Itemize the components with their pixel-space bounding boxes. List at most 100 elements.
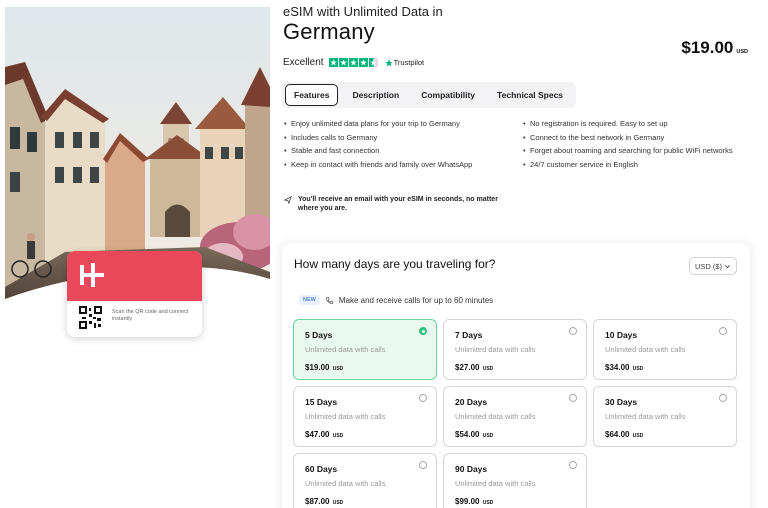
plan-price-currency: USD — [632, 433, 644, 439]
plan-desc: Unlimited data with calls — [605, 345, 686, 354]
plan-price-amount: $47.00 — [305, 430, 330, 439]
product-price: $19.00 USD — [681, 38, 748, 58]
plan-days: 10 Days — [605, 330, 638, 340]
currency-value: USD ($) — [694, 261, 723, 271]
radio-icon[interactable] — [719, 394, 727, 402]
plan-price-currency: USD — [332, 433, 344, 439]
tab-features[interactable]: Features — [285, 84, 339, 106]
plan-price-currency: USD — [332, 366, 344, 372]
plan-price-amount: $87.00 — [305, 497, 330, 506]
plan-desc: Unlimited data with calls — [455, 345, 536, 354]
trustpilot-star-icon — [384, 58, 393, 66]
days-question: How many days are you traveling for? — [294, 257, 496, 271]
radio-icon[interactable] — [569, 394, 577, 402]
plan-price: $27.00 USD — [455, 363, 586, 372]
plan-desc: Unlimited data with calls — [305, 345, 386, 354]
plan-card-20-days[interactable]: 20 Days Unlimited data with calls $54.00… — [443, 386, 587, 447]
feature-item: Keep in contact with friends and family … — [284, 160, 505, 169]
email-note: You'll receive an email with your eSIM i… — [284, 195, 509, 213]
plan-grid: 5 Days Unlimited data with calls $19.00 … — [293, 319, 737, 508]
features-column-left: Enjoy unlimited data plans for your trip… — [284, 119, 505, 173]
star-icon — [358, 58, 368, 67]
holafly-logo-icon — [80, 263, 104, 287]
feature-item: Forget about roaming and searching for p… — [523, 146, 744, 155]
currency-select[interactable]: USD ($) — [689, 257, 737, 275]
phone-icon — [326, 296, 333, 304]
qr-code-icon — [79, 306, 102, 329]
price-amount: $19.00 — [681, 38, 734, 57]
plan-price-currency: USD — [332, 500, 344, 506]
plan-price: $99.00 USD — [455, 497, 586, 506]
product-eyebrow: eSIM with Unlimited Data in — [283, 4, 443, 19]
feature-item: Stable and fast connection — [284, 146, 505, 155]
rating-stars — [328, 58, 378, 67]
plan-price-amount: $99.00 — [455, 497, 480, 506]
page-title: Germany — [283, 19, 375, 44]
plan-desc: Unlimited data with calls — [305, 479, 386, 488]
plan-card-90-days[interactable]: 90 Days Unlimited data with calls $99.00… — [443, 453, 587, 508]
radio-icon[interactable] — [419, 394, 427, 402]
radio-icon[interactable] — [569, 461, 577, 469]
plan-desc: Unlimited data with calls — [455, 412, 536, 421]
info-tabs: Features Description Compatibility Techn… — [281, 82, 576, 108]
feature-item: Connect to the best network in Germany — [523, 133, 744, 142]
plan-days: 7 Days — [455, 330, 483, 340]
plan-selector-panel: How many days are you traveling for? USD… — [282, 243, 750, 508]
plan-price: $54.00 USD — [455, 430, 586, 439]
plan-price: $34.00 USD — [605, 363, 736, 372]
plan-days: 15 Days — [305, 397, 338, 407]
tab-technical-specs[interactable]: Technical Specs — [489, 85, 571, 105]
tab-description[interactable]: Description — [344, 85, 407, 105]
tab-compatibility[interactable]: Compatibility — [413, 85, 483, 105]
plan-card-15-days[interactable]: 15 Days Unlimited data with calls $47.00… — [293, 386, 437, 447]
rating-word: Excellent — [283, 57, 324, 68]
plan-days: 90 Days — [455, 464, 488, 474]
plan-card-10-days[interactable]: 10 Days Unlimited data with calls $34.00… — [593, 319, 737, 380]
plan-price-amount: $64.00 — [605, 430, 630, 439]
plan-desc: Unlimited data with calls — [605, 412, 686, 421]
feature-item: No registration is required. Easy to set… — [523, 119, 744, 128]
radio-icon[interactable] — [719, 327, 727, 335]
star-icon — [348, 58, 358, 67]
qr-scan-text: Scan the QR code and connect instantly — [112, 309, 189, 322]
half-star-icon — [368, 58, 378, 67]
plan-days: 30 Days — [605, 397, 638, 407]
star-icon — [328, 58, 338, 67]
plan-price-currency: USD — [632, 366, 644, 372]
trustpilot-rating[interactable]: Excellent Trustpilot — [283, 57, 424, 68]
plan-card-60-days[interactable]: 60 Days Unlimited data with calls $87.00… — [293, 453, 437, 508]
plan-days: 5 Days — [305, 330, 333, 340]
plan-desc: Unlimited data with calls — [455, 479, 536, 488]
features-list: Enjoy unlimited data plans for your trip… — [284, 119, 744, 173]
new-badge: NEW — [299, 295, 320, 305]
plan-card-5-days[interactable]: 5 Days Unlimited data with calls $19.00 … — [293, 319, 437, 380]
plan-desc: Unlimited data with calls — [305, 412, 386, 421]
paper-plane-icon — [284, 196, 292, 204]
features-column-right: No registration is required. Easy to set… — [523, 119, 744, 173]
plan-price-amount: $19.00 — [305, 363, 330, 372]
feature-item: 24/7 customer service in English — [523, 160, 744, 169]
plan-price-amount: $34.00 — [605, 363, 630, 372]
plan-days: 60 Days — [305, 464, 338, 474]
card-brand-area — [67, 251, 202, 301]
esim-card: Scan the QR code and connect instantly — [67, 251, 202, 337]
plan-price-amount: $27.00 — [455, 363, 480, 372]
radio-selected-icon[interactable] — [419, 327, 427, 335]
feature-item: Includes calls to Germany — [284, 133, 505, 142]
plan-price: $64.00 USD — [605, 430, 736, 439]
radio-icon[interactable] — [569, 327, 577, 335]
trustpilot-logo: Trustpilot — [384, 58, 425, 67]
plan-price-amount: $54.00 — [455, 430, 480, 439]
calls-feature-line: NEW Make and receive calls for up to 60 … — [299, 295, 493, 305]
plan-card-7-days[interactable]: 7 Days Unlimited data with calls $27.00 … — [443, 319, 587, 380]
chevron-down-icon — [725, 264, 730, 268]
calls-note: Make and receive calls for up to 60 minu… — [338, 295, 494, 305]
trustpilot-label: Trustpilot — [393, 58, 425, 67]
radio-icon[interactable] — [419, 461, 427, 469]
plan-price: $19.00 USD — [305, 363, 436, 372]
email-note-text: You'll receive an email with your eSIM i… — [298, 196, 498, 212]
plan-days: 20 Days — [455, 397, 488, 407]
plan-card-30-days[interactable]: 30 Days Unlimited data with calls $64.00… — [593, 386, 737, 447]
price-currency: USD — [736, 49, 748, 55]
star-icon — [338, 58, 348, 67]
